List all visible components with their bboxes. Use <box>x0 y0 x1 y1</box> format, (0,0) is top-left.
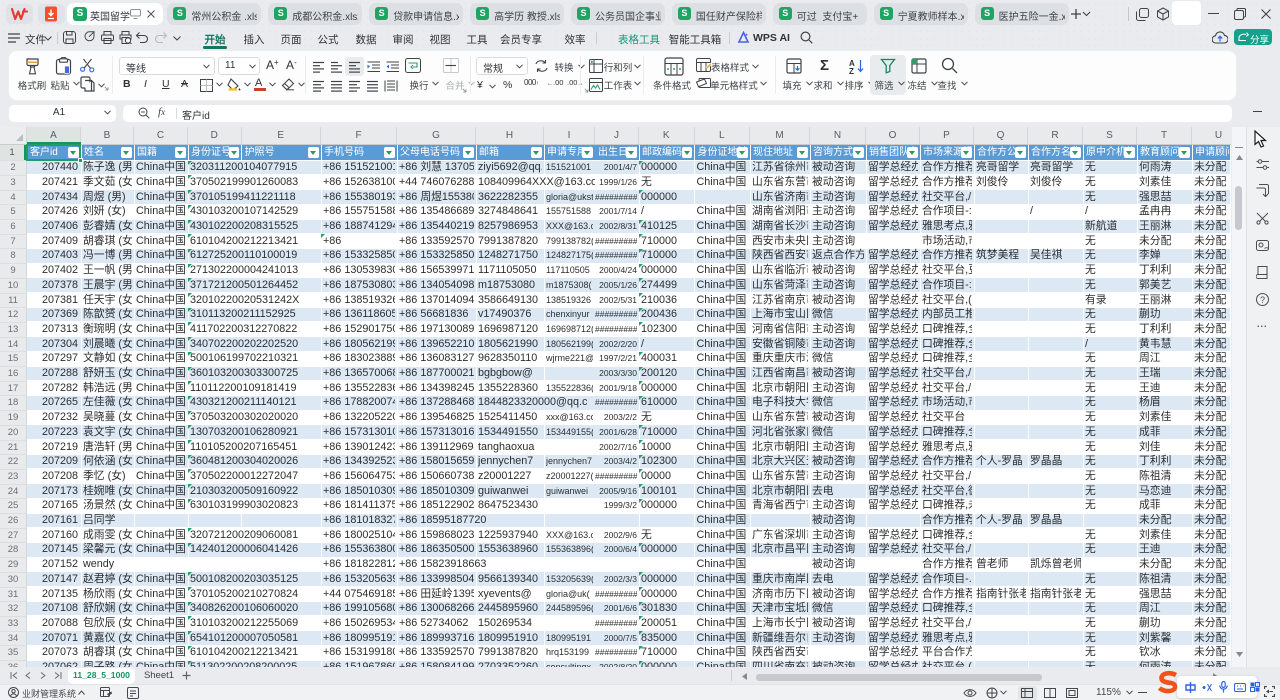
svg-text:Z: Z <box>849 67 854 74</box>
